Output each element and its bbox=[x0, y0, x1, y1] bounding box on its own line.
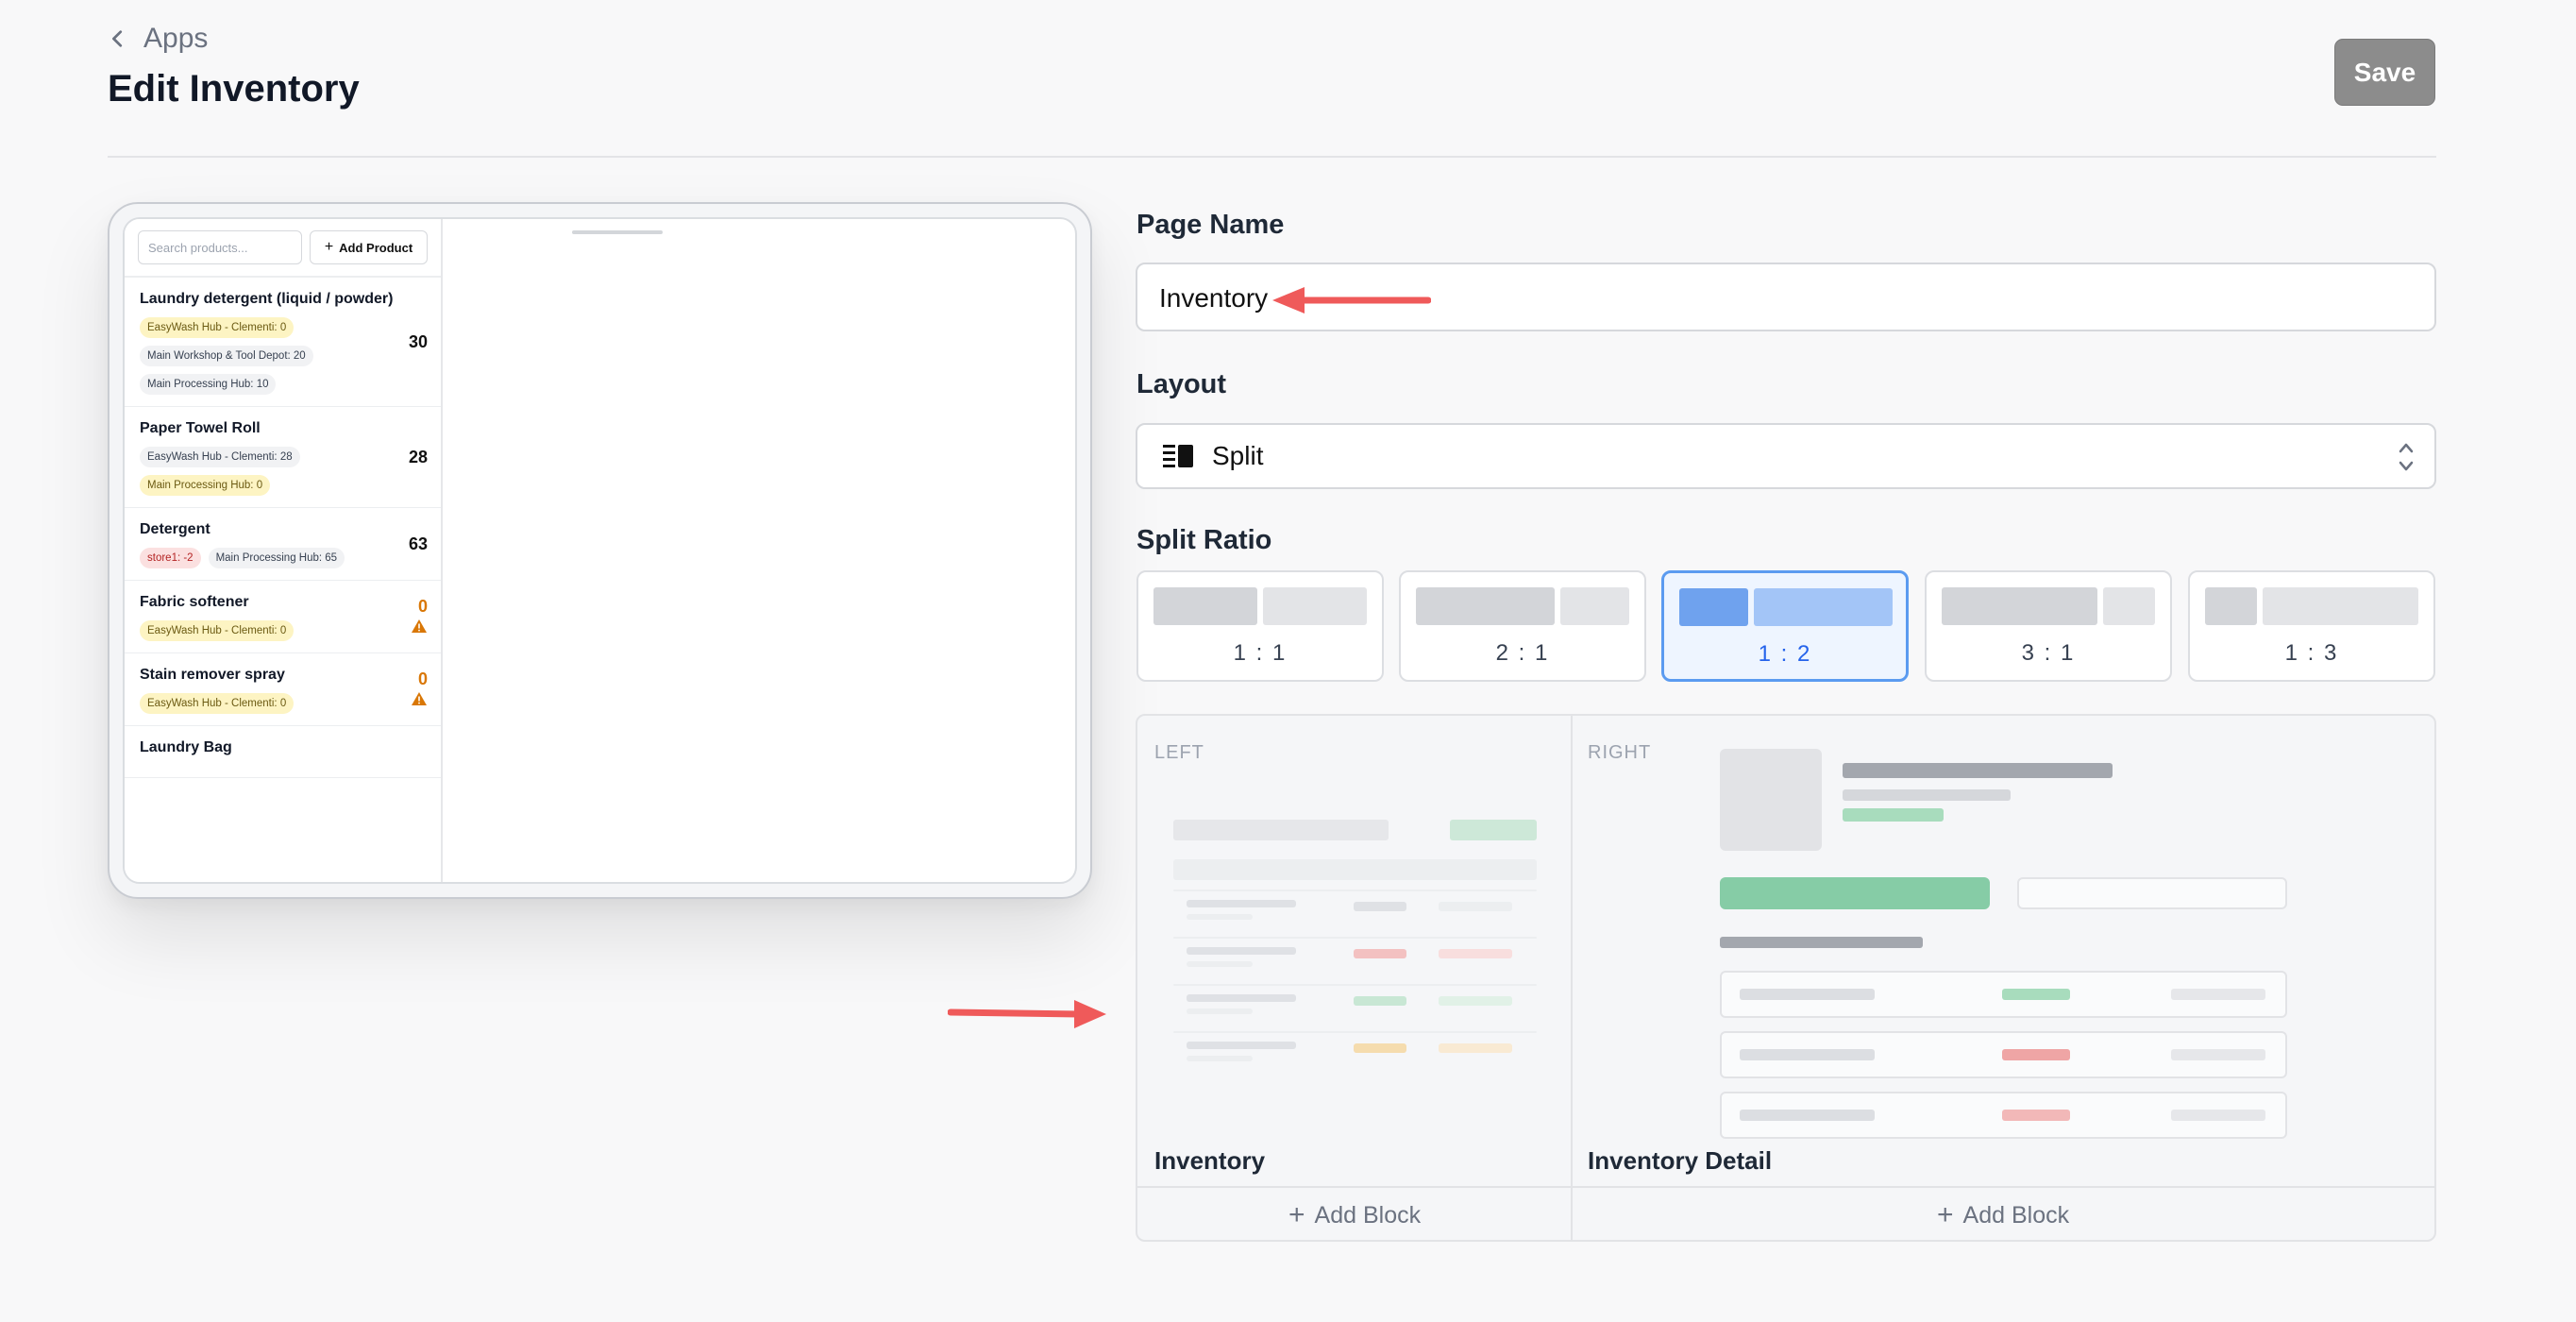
page-name-label: Page Name bbox=[1136, 210, 1285, 240]
stock-chip: EasyWash Hub - Clementi: 28 bbox=[140, 447, 300, 467]
ratio-right-bar bbox=[1754, 588, 1893, 626]
preview-list-pane: Search products... + Add Product Laundry… bbox=[125, 219, 443, 882]
stock-quantity: 28 bbox=[408, 447, 428, 466]
ratio-left-bar bbox=[2205, 587, 2257, 625]
stock-quantity: 63 bbox=[408, 534, 428, 553]
ratio-left-bar bbox=[1679, 588, 1749, 626]
right-pane-name: Inventory Detail bbox=[1588, 1146, 1773, 1175]
stock-chip: EasyWash Hub - Clementi: 0 bbox=[140, 620, 295, 641]
annotation-arrow-left-icon bbox=[1272, 287, 1431, 314]
ratio-right-bar bbox=[1263, 587, 1367, 625]
preview-search-input[interactable]: Search products... bbox=[138, 230, 302, 264]
page-title: Edit Inventory bbox=[108, 68, 360, 110]
plus-icon: + bbox=[324, 239, 334, 255]
left-add-block-button[interactable]: + Add Block bbox=[1288, 1199, 1421, 1231]
preview-product-row[interactable]: Laundry detergent (liquid / powder) EasyW… bbox=[125, 278, 441, 407]
warning-icon bbox=[412, 691, 427, 705]
ratio-right-bar bbox=[1559, 587, 1629, 625]
ratio-label: 1 : 2 bbox=[1758, 641, 1812, 667]
stock-chip: EasyWash Hub - Clementi: 0 bbox=[140, 693, 295, 714]
page-name-value: Inventory bbox=[1159, 283, 1269, 313]
ratio-label: 1 : 1 bbox=[1233, 640, 1288, 666]
back-link-label: Apps bbox=[143, 23, 209, 54]
split-ratio-option[interactable]: 1 : 3 bbox=[2188, 570, 2435, 682]
ratio-right-bar bbox=[2103, 587, 2155, 625]
product-name: Stain remover spray bbox=[140, 667, 285, 683]
preview-product-row[interactable]: Fabric softener EasyWash Hub - Clementi: … bbox=[125, 581, 441, 653]
layout-select-value: Split bbox=[1212, 441, 1264, 470]
product-name: Paper Towel Roll bbox=[140, 420, 261, 436]
layout-canvas: LEFT RIGHT Inventory Inventory Detail + … bbox=[1136, 714, 2436, 1242]
ratio-label: 3 : 1 bbox=[2021, 640, 2076, 666]
stock-chips: EasyWash Hub - Clementi: 0 bbox=[140, 620, 366, 641]
layout-label: Layout bbox=[1136, 369, 1227, 399]
plus-icon: + bbox=[1937, 1199, 1954, 1230]
ratio-left-bar bbox=[1942, 587, 2097, 625]
device-notch bbox=[572, 230, 663, 234]
header-divider bbox=[108, 156, 2436, 158]
annotation-arrow-right-icon bbox=[948, 1000, 1106, 1028]
add-product-label: Add Product bbox=[339, 240, 413, 255]
stock-chips: EasyWash Hub - Clementi: 0 bbox=[140, 693, 366, 714]
stock-chips: EasyWash Hub - Clementi: 0 Main Workshop … bbox=[140, 317, 366, 395]
ratio-left-bar bbox=[1416, 587, 1555, 625]
stock-chip: Main Processing Hub: 0 bbox=[140, 475, 271, 496]
split-ratio-option[interactable]: 1 : 1 bbox=[1136, 570, 1384, 682]
add-block-label: Add Block bbox=[1962, 1201, 2070, 1229]
column-separator bbox=[1571, 716, 1573, 1240]
right-add-block-button[interactable]: + Add Block bbox=[1937, 1199, 2069, 1231]
product-name: Detergent bbox=[140, 521, 210, 537]
split-layout-icon bbox=[1163, 445, 1193, 467]
stock-chip: EasyWash Hub - Clementi: 0 bbox=[140, 317, 295, 338]
device-screen: Search products... + Add Product Laundry… bbox=[123, 217, 1077, 884]
split-ratio-option[interactable]: 1 : 2 bbox=[1661, 570, 1909, 682]
left-pane-name: Inventory bbox=[1154, 1146, 1266, 1175]
warning-icon bbox=[412, 619, 427, 633]
add-block-label: Add Block bbox=[1314, 1201, 1422, 1229]
ratio-right-bar bbox=[2263, 587, 2418, 625]
stock-chip: Main Workshop & Tool Depot: 20 bbox=[140, 346, 313, 366]
save-button[interactable]: Save bbox=[2334, 39, 2435, 106]
layout-select[interactable]: Split bbox=[1136, 423, 2436, 489]
product-name: Laundry Bag bbox=[140, 739, 232, 755]
stock-quantity: 0 bbox=[417, 669, 428, 688]
stock-chips: store1: -2 Main Processing Hub: 65 bbox=[140, 548, 366, 568]
stock-chip: Main Processing Hub: 10 bbox=[140, 374, 277, 395]
split-ratio-label: Split Ratio bbox=[1136, 525, 1272, 555]
preview-product-row[interactable]: Laundry Bag bbox=[125, 726, 441, 778]
stock-chips: EasyWash Hub - Clementi: 28 Main Processi… bbox=[140, 447, 366, 496]
split-ratio-option[interactable]: 2 : 1 bbox=[1399, 570, 1646, 682]
ratio-label: 2 : 1 bbox=[1495, 640, 1550, 666]
product-name: Laundry detergent (liquid / powder) bbox=[140, 291, 394, 307]
right-pane-tag: RIGHT bbox=[1588, 742, 1652, 763]
left-pane-tag: LEFT bbox=[1154, 742, 1204, 763]
select-chevron-icon bbox=[2399, 443, 2414, 471]
footer-separator bbox=[1137, 1186, 2434, 1188]
preview-add-product-button[interactable]: + Add Product bbox=[310, 230, 428, 264]
back-link[interactable]: Apps bbox=[108, 23, 208, 55]
preview-product-list: Laundry detergent (liquid / powder) EasyW… bbox=[125, 278, 441, 778]
stock-quantity: 0 bbox=[417, 596, 428, 616]
preview-product-row[interactable]: Detergent store1: -2 Main Processing Hub: … bbox=[125, 508, 441, 581]
ratio-label: 1 : 3 bbox=[2284, 640, 2339, 666]
stock-chip: Main Processing Hub: 65 bbox=[208, 548, 345, 568]
preview-product-row[interactable]: Paper Towel Roll EasyWash Hub - Clementi:… bbox=[125, 407, 441, 508]
stock-quantity: 30 bbox=[408, 331, 428, 351]
device-preview: Search products... + Add Product Laundry… bbox=[108, 202, 1092, 899]
plus-icon: + bbox=[1288, 1199, 1305, 1230]
product-name: Fabric softener bbox=[140, 594, 249, 610]
stock-chip: store1: -2 bbox=[140, 548, 201, 568]
preview-product-row[interactable]: Stain remover spray EasyWash Hub - Clemen… bbox=[125, 653, 441, 726]
split-ratio-option[interactable]: 3 : 1 bbox=[1925, 570, 2172, 682]
ratio-left-bar bbox=[1153, 587, 1257, 625]
chevron-left-icon bbox=[112, 30, 123, 47]
